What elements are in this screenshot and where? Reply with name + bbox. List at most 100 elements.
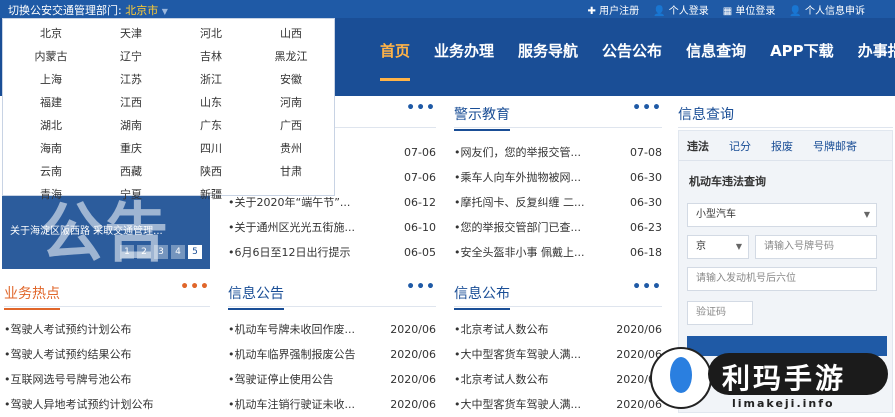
province-option[interactable]: 山东 [171,91,251,114]
province-option[interactable]: 贵州 [251,137,331,160]
tab-points[interactable]: 记分 [729,138,751,154]
nav-service-guide[interactable]: 服务导航 [518,40,578,61]
list-item[interactable]: • 摩托闯卡、反复纠缠 二... 06-30 [454,190,662,215]
province-option[interactable]: 海南 [11,137,91,160]
list-item[interactable]: • 北京考试人数公布 2020/06 [454,367,662,392]
org-login-link[interactable]: ▦ 单位登录 [723,2,776,17]
appeal-link[interactable]: 👤 个人信息申诉 [789,2,865,17]
list-item[interactable]: • 乘车人向车外抛物被网... 06-30 [454,165,662,190]
province-option[interactable]: 新疆 [171,183,251,206]
list-item-text: 乘车人向车外抛物被网... [460,171,582,184]
list-item[interactable]: • 驾驶人考试预约结果公布 [4,342,210,367]
province-option[interactable]: 宁夏 [91,183,171,206]
list-item[interactable]: • 驾驶人异地考试预约计划公布 [4,392,210,417]
list-item-text: 驾驶人异地考试预约计划公布 [10,398,154,411]
province-option[interactable]: 浙江 [171,68,251,91]
nav-business[interactable]: 业务办理 [434,40,494,61]
province-option[interactable]: 吉林 [171,45,251,68]
personal-login-link[interactable]: 👤 个人登录 [653,2,709,17]
tab-scrap[interactable]: 报废 [771,138,793,154]
department-current[interactable]: 北京市 [125,4,158,17]
province-option[interactable]: 江西 [91,91,171,114]
banner-page-button[interactable]: 1 [120,245,134,259]
list-item-date: 06-30 [630,196,662,209]
province-option[interactable]: 湖南 [91,114,171,137]
province-option[interactable]: 西藏 [91,160,171,183]
province-option[interactable]: 安徽 [251,68,331,91]
list-item[interactable]: • 网友们，您的举报交管... 07-08 [454,140,662,165]
province-option[interactable]: 福建 [11,91,91,114]
list-item[interactable]: • 机动车注销行驶证未收... 2020/06 [228,392,436,417]
province-option[interactable]: 青海 [11,183,91,206]
province-option[interactable]: 广西 [251,114,331,137]
info-query-title: 信息查询 [678,107,734,123]
list-item-text: 北京考试人数公布 [460,323,549,336]
more-icon[interactable]: ••• [632,279,662,295]
more-icon[interactable]: ••• [406,279,436,295]
province-option[interactable]: 河北 [171,22,251,45]
province-option[interactable]: 甘肃 [251,160,331,183]
captcha-input[interactable]: 验证码 [687,301,753,325]
province-option[interactable]: 云南 [11,160,91,183]
province-option[interactable]: 北京 [11,22,91,45]
tab-violation[interactable]: 违法 [687,138,709,154]
register-link[interactable]: ✚ 用户注册 [588,2,640,17]
info-notice-title[interactable]: 信息公告 [228,283,284,310]
list-item[interactable]: • 安全头盔非小事 佩戴上... 06-18 [454,240,662,265]
province-option[interactable]: 重庆 [91,137,171,160]
tab-plate-mail[interactable]: 号牌邮寄 [813,138,857,154]
list-item[interactable]: • 大中型客货车驾驶人满... 2020/06 [454,342,662,367]
list-item-text: 网友们，您的举报交管... [460,146,582,159]
warning-edu-title[interactable]: 警示教育 [454,104,510,131]
list-item[interactable]: • 机动车临界强制报废公告 2020/06 [228,342,436,367]
account-links: ✚ 用户注册 👤 个人登录 ▦ 单位登录 👤 个人信息申诉 [588,2,866,17]
nav-info-query[interactable]: 信息查询 [686,40,746,61]
province-option[interactable]: 上海 [11,68,91,91]
nav-app-download[interactable]: APP下载 [770,40,834,61]
nav-home[interactable]: 首页 [380,40,411,81]
province-option[interactable]: 湖北 [11,114,91,137]
province-prefix-select[interactable]: 京 ▼ [687,235,749,259]
list-item[interactable]: • 关于通州区光光五街施... 06-10 [228,215,436,240]
engine-number-input[interactable]: 请输入发动机号后六位 [687,267,877,291]
department-switch-label: 切换公安交通管理部门: [8,4,122,17]
list-item[interactable]: • 6月6日至12日出行提示 06-05 [228,240,436,265]
province-option[interactable]: 河南 [251,91,331,114]
more-icon[interactable]: ••• [632,100,662,116]
info-publish-header: 信息公布 ••• [454,279,662,310]
banner-caption[interactable]: 关于海淀区阪西路 采取交通管理... [10,222,206,237]
province-option[interactable]: 黑龙江 [251,45,331,68]
province-option[interactable]: 江苏 [91,68,171,91]
province-option[interactable]: 辽宁 [91,45,171,68]
province-option[interactable]: 广东 [171,114,251,137]
banner-page-button[interactable]: 2 [137,245,151,259]
province-option[interactable]: 陕西 [171,160,251,183]
business-hot-title[interactable]: 业务热点 [4,283,60,310]
list-item[interactable]: • 互联网选号号牌号池公布 [4,367,210,392]
plate-number-input[interactable]: 请输入号牌号码 [755,235,877,259]
list-item[interactable]: • 大中型客货车驾驶人满... 2020/06 [454,392,662,417]
warning-edu-header: 警示教育 ••• [454,100,662,131]
list-item[interactable]: • 北京考试人数公布 2020/06 [454,317,662,342]
province-option[interactable]: 四川 [171,137,251,160]
main-nav: 首页 业务办理 服务导航 公告公布 信息查询 APP下载 办事指南 [380,40,895,81]
banner-page-button[interactable]: 5 [188,245,202,259]
banner-page-button[interactable]: 3 [154,245,168,259]
province-option[interactable]: 内蒙古 [11,45,91,68]
province-option[interactable]: 天津 [91,22,171,45]
banner-page-button[interactable]: 4 [171,245,185,259]
list-item[interactable]: • 机动车号牌未收回作废... 2020/06 [228,317,436,342]
list-item[interactable]: • 驾驶人考试预约计划公布 [4,317,210,342]
chevron-down-icon[interactable]: ▼ [162,7,168,16]
list-item[interactable]: • 您的举报交管部门已查... 06-23 [454,215,662,240]
list-item-text: 互联网选号号牌号池公布 [10,373,132,386]
list-item[interactable]: • 驾驶证停止使用公告 2020/06 [228,367,436,392]
info-publish-title[interactable]: 信息公布 [454,283,510,310]
department-switch[interactable]: 切换公安交通管理部门: 北京市 ▼ [8,2,168,18]
vehicle-type-select[interactable]: 小型汽车 ▼ [687,203,877,227]
more-icon[interactable]: ••• [180,279,210,295]
nav-announcements[interactable]: 公告公布 [602,40,662,61]
province-option[interactable]: 山西 [251,22,331,45]
nav-guide[interactable]: 办事指南 [858,40,895,61]
more-icon[interactable]: ••• [406,100,436,116]
